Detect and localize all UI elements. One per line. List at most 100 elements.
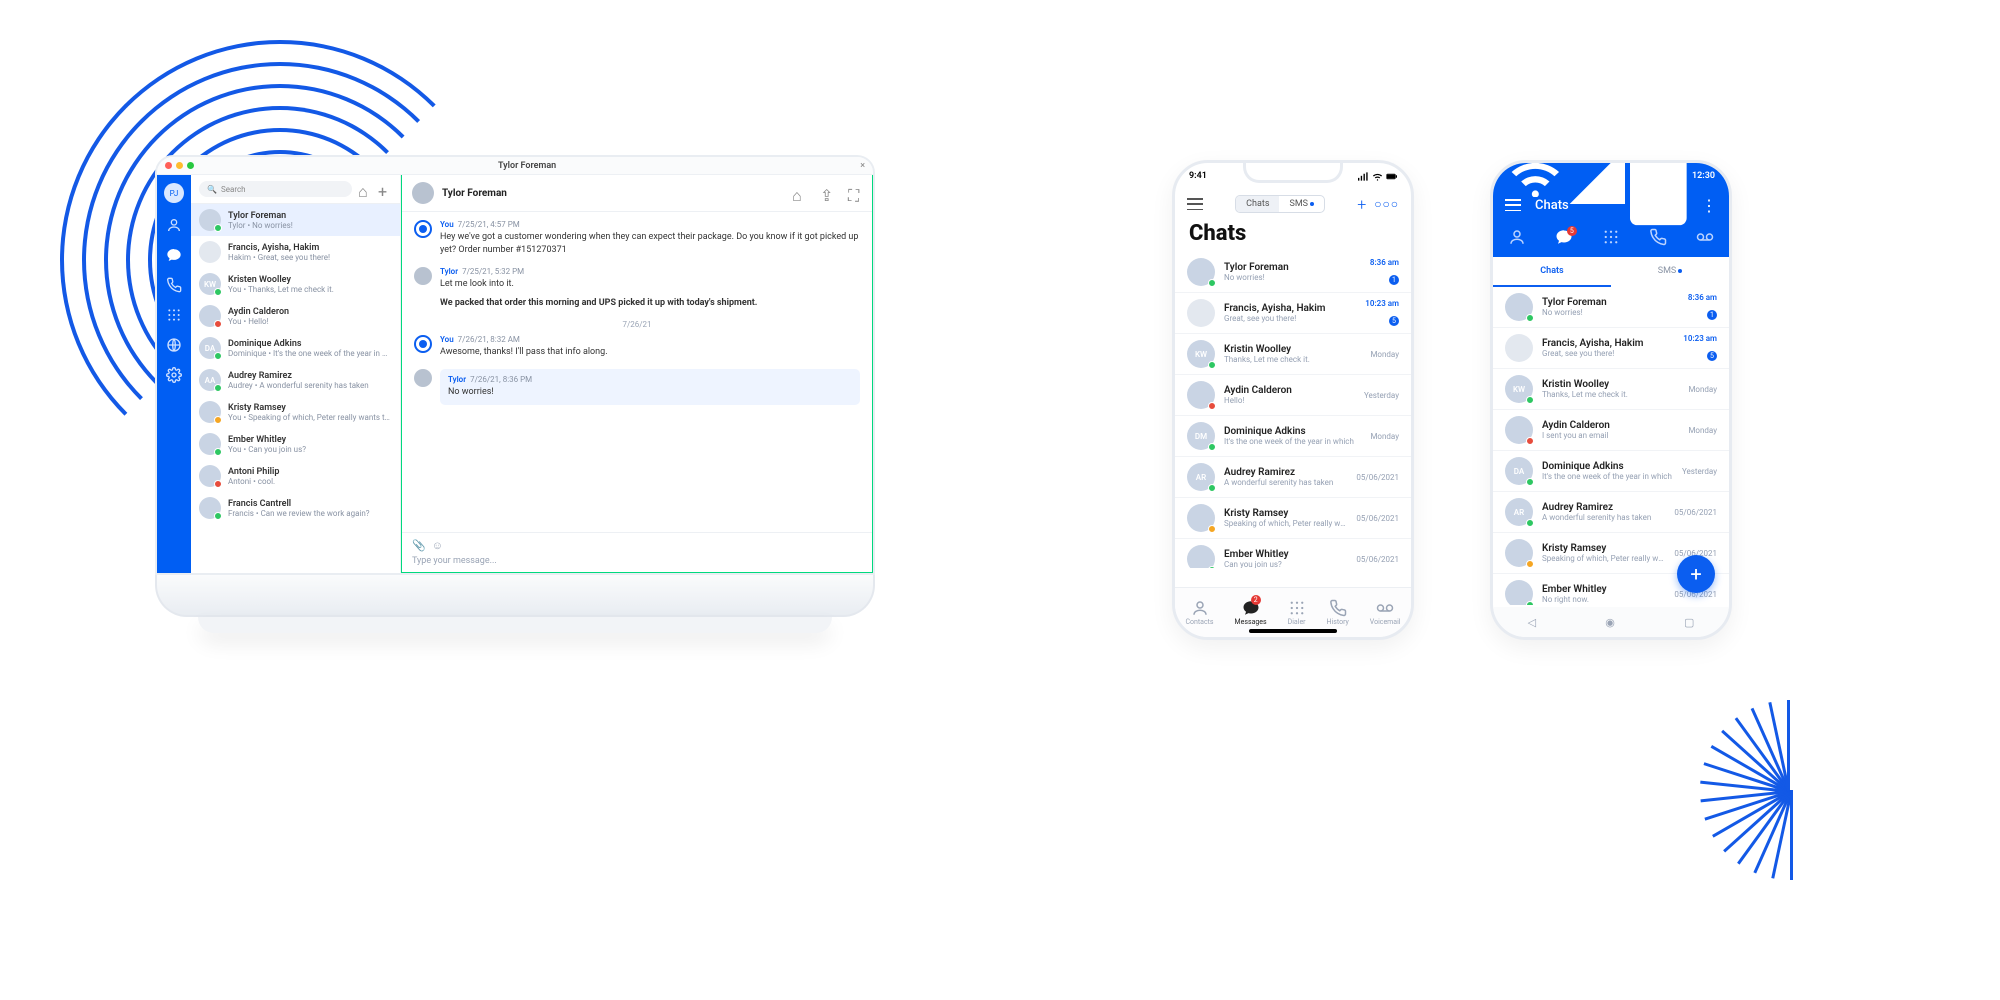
seg-chats[interactable]: Chats — [1236, 196, 1279, 212]
chat-list-item[interactable]: Aydin CalderonHello!Yesterday — [1175, 375, 1411, 416]
menu-icon[interactable] — [1505, 199, 1521, 211]
chat-list-item[interactable]: DADominique AdkinsDominique • It's the o… — [191, 332, 400, 364]
tab-messages[interactable]: 2Messages — [1235, 599, 1267, 626]
menu-icon[interactable] — [1187, 198, 1203, 210]
avatar: DM — [1187, 422, 1215, 450]
chat-list-item[interactable]: Tylor ForemanNo worries!8:36 am1 — [1175, 252, 1411, 293]
seg-sms[interactable]: SMS — [1279, 196, 1324, 212]
phone-icon[interactable] — [166, 277, 182, 293]
close-dot[interactable] — [165, 162, 172, 169]
avatar — [199, 401, 221, 423]
chat-preview: I sent you an email — [1542, 431, 1679, 440]
avatar — [1187, 545, 1215, 568]
chat-name: Aydin Calderon — [228, 307, 392, 317]
chat-list-item[interactable]: AAAudrey RamirezAudrey • A wonderful ser… — [191, 364, 400, 396]
archive-icon[interactable]: ⌂ — [792, 186, 806, 200]
message-avatar — [414, 369, 432, 387]
conversation-panel: Tylor Foreman ⌂ ⇪ ⛶ You7/25/21, 4:57 PMH… — [401, 175, 873, 573]
chat-preview: You • Hello! — [228, 317, 392, 326]
tab-chats[interactable]: Chats — [1493, 257, 1611, 287]
chat-list-item[interactable]: Francis, Ayisha, HakimGreat, see you the… — [1175, 293, 1411, 334]
chat-preview: Antoni • cool. — [228, 477, 392, 486]
chat-preview: A wonderful serenity has taken — [1224, 478, 1347, 487]
tab-contacts[interactable]: Contacts — [1185, 599, 1213, 626]
tab-history[interactable]: History — [1327, 599, 1349, 626]
message-input[interactable]: Type your message... — [412, 556, 862, 566]
emoji-icon[interactable]: ☺ — [432, 539, 443, 552]
fab-compose[interactable]: + — [1677, 555, 1715, 593]
filter-icon[interactable]: ⌂ — [358, 182, 372, 196]
chat-list-item[interactable]: KWKristen WoolleyYou • Thanks, Let me ch… — [191, 268, 400, 300]
share-icon[interactable]: ⇪ — [820, 186, 834, 200]
chat-list-item[interactable]: DADominique AdkinsIt's the one week of t… — [1493, 451, 1729, 492]
chat-list-item[interactable]: ARAudrey RamirezA wonderful serenity has… — [1175, 457, 1411, 498]
message: Tylor7/25/21, 5:32 PMLet me look into it… — [414, 267, 860, 310]
close-x[interactable]: × — [860, 161, 865, 171]
tab-dialer[interactable]: Dialer — [1288, 599, 1306, 626]
chat-list-item[interactable]: Aydin CalderonI sent you an emailMonday — [1493, 410, 1729, 451]
chat-icon[interactable] — [166, 247, 182, 263]
minimize-dot[interactable] — [176, 162, 183, 169]
chat-list-item[interactable]: Tylor ForemanNo worries!8:36 am1 — [1493, 287, 1729, 328]
chat-list-item[interactable]: KWKristin WoolleyThanks, Let me check it… — [1175, 334, 1411, 375]
chat-list-item[interactable]: Tylor ForemanTylor • No worries! — [191, 204, 400, 236]
chat-name: Francis, Ayisha, Hakim — [228, 243, 392, 253]
laptop-device: Tylor Foreman × PJ 🔍 Search ⌂ + Tylor Fo… — [155, 155, 875, 633]
tab-voicemail[interactable]: Voicemail — [1370, 599, 1401, 626]
chat-list-item[interactable]: Francis CantrellFrancis • Can we review … — [191, 492, 400, 524]
chat-list-item[interactable]: Kristy RamseySpeaking of which, Peter re… — [1175, 498, 1411, 539]
tool-messages[interactable]: 5 — [1555, 228, 1573, 250]
decorative-rays — [1660, 660, 1920, 920]
avatar — [1187, 504, 1215, 532]
avatar: DA — [1505, 457, 1533, 485]
nav-home[interactable]: ◉ — [1605, 616, 1615, 629]
chat-list-item[interactable]: Ember WhitleyCan you join us?05/06/2021 — [1175, 539, 1411, 568]
chat-list-item[interactable]: Aydin CalderonYou • Hello! — [191, 300, 400, 332]
chat-preview: Speaking of which, Peter really want... — [1224, 519, 1347, 528]
attach-icon[interactable]: 📎 — [412, 539, 426, 552]
compose-icon[interactable]: + — [1357, 195, 1366, 214]
android-nav-bar: ◁ ◉ ▢ — [1493, 607, 1729, 637]
new-chat-icon[interactable]: + — [378, 182, 392, 196]
maximize-dot[interactable] — [187, 162, 194, 169]
settings-icon[interactable] — [166, 367, 182, 383]
tool-dialer[interactable] — [1602, 228, 1620, 250]
nav-back[interactable]: ◁ — [1528, 616, 1536, 629]
tool-voicemail[interactable] — [1696, 228, 1714, 250]
expand-icon[interactable]: ⛶ — [848, 186, 862, 200]
tool-history[interactable] — [1649, 228, 1667, 250]
conversation-title: Tylor Foreman — [442, 188, 778, 199]
chat-name: Ember Whitley — [1542, 584, 1665, 595]
avatar — [199, 305, 221, 327]
avatar: KW — [199, 273, 221, 295]
chat-preview: You • Can you join us? — [228, 445, 392, 454]
message-sender: Tylor — [440, 267, 458, 276]
chat-list-item[interactable]: DMDominique AdkinsIt's the one week of t… — [1175, 416, 1411, 457]
overflow-icon[interactable]: ⋮ — [1701, 196, 1717, 215]
dialpad-icon[interactable] — [166, 307, 182, 323]
chat-preview: You • Thanks, Let me check it. — [228, 285, 392, 294]
chat-list-item[interactable]: Ember WhitleyYou • Can you join us? — [191, 428, 400, 460]
battery-icon — [1386, 171, 1397, 182]
chat-list-item[interactable]: KWKristin WoolleyThanks, Let me check it… — [1493, 369, 1729, 410]
chat-list-item[interactable]: ARAudrey RamirezA wonderful serenity has… — [1493, 492, 1729, 533]
chat-list-item[interactable]: Francis, Ayisha, HakimHakim • Great, see… — [191, 236, 400, 268]
message-sender: You — [440, 335, 454, 344]
chat-list-item[interactable]: Kristy RamseyYou • Speaking of which, Pe… — [191, 396, 400, 428]
chat-time: Monday — [1370, 432, 1399, 441]
tab-sms[interactable]: SMS — [1611, 257, 1729, 287]
unread-badge: 5 — [1707, 351, 1717, 361]
message: You7/26/21, 8:32 AMAwesome, thanks! I'll… — [414, 335, 860, 359]
contacts-icon[interactable] — [166, 217, 182, 233]
tool-contacts[interactable] — [1508, 228, 1526, 250]
avatar — [1187, 381, 1215, 409]
chat-list-item[interactable]: Francis, Ayisha, HakimGreat, see you the… — [1493, 328, 1729, 369]
nav-recents[interactable]: ▢ — [1684, 616, 1694, 629]
search-input[interactable]: 🔍 Search — [199, 181, 352, 197]
chat-list-item[interactable]: Antoni PhilipAntoni • cool. — [191, 460, 400, 492]
globe-icon[interactable] — [166, 337, 182, 353]
chat-name: Kristy Ramsey — [1542, 543, 1665, 554]
more-icon[interactable]: ○○○ — [1374, 197, 1399, 211]
profile-avatar[interactable]: PJ — [164, 183, 184, 203]
chat-sms-segment[interactable]: Chats SMS — [1235, 195, 1325, 213]
